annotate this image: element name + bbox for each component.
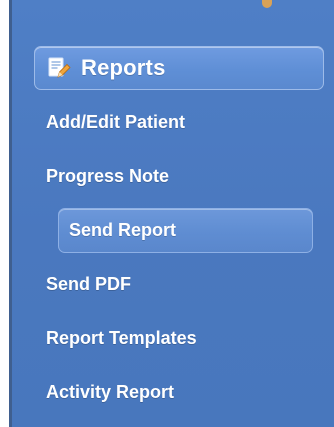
top-accent-mark	[262, 0, 272, 8]
menu-item-label: Report Templates	[46, 328, 197, 348]
menu-item-add-edit-patient[interactable]: Add/Edit Patient	[34, 100, 324, 145]
menu-item-label: Progress Note	[46, 166, 170, 186]
window-left-border	[0, 0, 12, 427]
menu-item-send-pdf[interactable]: Send PDF	[34, 262, 324, 307]
reports-menu-items: Add/Edit Patient Progress Note Send Repo…	[34, 100, 324, 415]
reports-menu: Reports Add/Edit Patient Progress Note S…	[34, 46, 324, 415]
menu-item-label: Add/Edit Patient	[46, 112, 185, 132]
menu-item-label: Send Report	[69, 220, 177, 240]
reports-menu-title: Reports	[81, 55, 166, 80]
menu-item-label: Activity Report	[46, 382, 175, 402]
menu-item-progress-note[interactable]: Progress Note	[34, 154, 324, 199]
reports-sidebar-screen: Reports Add/Edit Patient Progress Note S…	[0, 0, 334, 427]
menu-item-activity-report[interactable]: Activity Report	[34, 370, 324, 415]
menu-item-send-report[interactable]: Send Report	[58, 208, 313, 253]
menu-item-report-templates[interactable]: Report Templates	[34, 316, 324, 361]
reports-menu-header[interactable]: Reports	[34, 46, 324, 90]
menu-item-label: Send PDF	[46, 274, 132, 294]
report-edit-icon	[48, 57, 71, 78]
